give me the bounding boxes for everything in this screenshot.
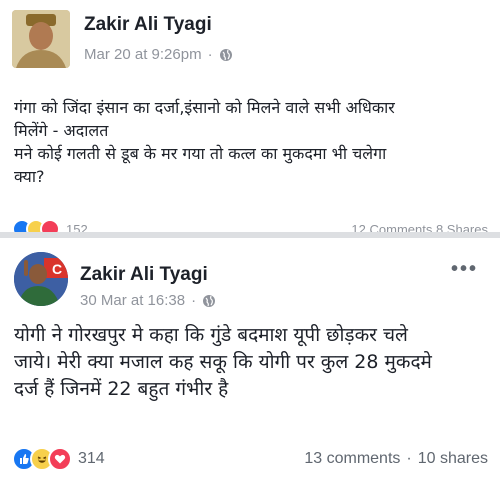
author-name[interactable]: Zakir Ali Tyagi (84, 14, 212, 36)
post-footer: 314 13 comments · 10 shares (0, 444, 500, 474)
profile-photo: C (14, 252, 68, 306)
post-text: गंगा को जिंदा इंसान का दर्जा,इंसानो को म… (14, 96, 484, 188)
post-text-line: मने कोई गलती से डूब के मर गया तो कत्ल का… (14, 144, 387, 163)
shares-count[interactable]: 10 shares (418, 450, 488, 468)
post-text-line: क्या? (14, 167, 45, 186)
post-text-line: जाये। मेरी क्या मजाल कह सकू कि योगी पर क… (14, 351, 432, 373)
avatar[interactable]: C (14, 252, 68, 306)
post-stats[interactable]: 12 Comments 8 Shares (351, 222, 488, 233)
avatar[interactable] (12, 10, 70, 68)
post-meta: Mar 20 at 9:26pm · (84, 46, 233, 63)
post-text-line: योगी ने गोरखपुर मे कहा कि गुंडे बदमाश यू… (14, 324, 408, 346)
reaction-count[interactable]: 152 (66, 222, 88, 233)
globe-icon (203, 294, 216, 307)
svg-text:C: C (52, 261, 62, 277)
post-stats: 13 comments · 10 shares (304, 450, 488, 468)
profile-photo (12, 10, 70, 68)
author-name[interactable]: Zakir Ali Tyagi (80, 264, 208, 286)
timestamp[interactable]: Mar 20 at 9:26pm (84, 46, 202, 63)
post-card: C Zakir Ali Tyagi 30 Mar at 16:38 · ••• … (0, 238, 500, 500)
more-options-button[interactable]: ••• (451, 258, 478, 281)
post-text-line: दर्ज हैं जिनमें 22 बहुत गंभीर है (14, 378, 229, 400)
stats-separator: · (406, 450, 412, 467)
meta-separator: · (191, 292, 197, 309)
meta-separator: · (207, 46, 213, 63)
post-card: Zakir Ali Tyagi Mar 20 at 9:26pm · गंगा … (0, 0, 500, 232)
timestamp[interactable]: 30 Mar at 16:38 (80, 292, 185, 309)
post-text-line: गंगा को जिंदा इंसान का दर्जा,इंसानो को म… (14, 98, 395, 117)
reactions[interactable] (12, 219, 60, 232)
reactions[interactable] (12, 447, 72, 471)
love-icon (40, 219, 60, 232)
globe-icon (219, 48, 232, 61)
post-text: योगी ने गोरखपुर मे कहा कि गुंडे बदमाश यू… (14, 322, 490, 403)
post-meta: 30 Mar at 16:38 · (80, 292, 216, 309)
reaction-count[interactable]: 314 (78, 450, 105, 468)
post-text-line: मिलेंगे - अदालत (14, 121, 109, 140)
comments-count[interactable]: 13 comments (304, 450, 400, 468)
post-footer: 152 12 Comments 8 Shares (0, 218, 500, 232)
love-icon (48, 447, 72, 471)
